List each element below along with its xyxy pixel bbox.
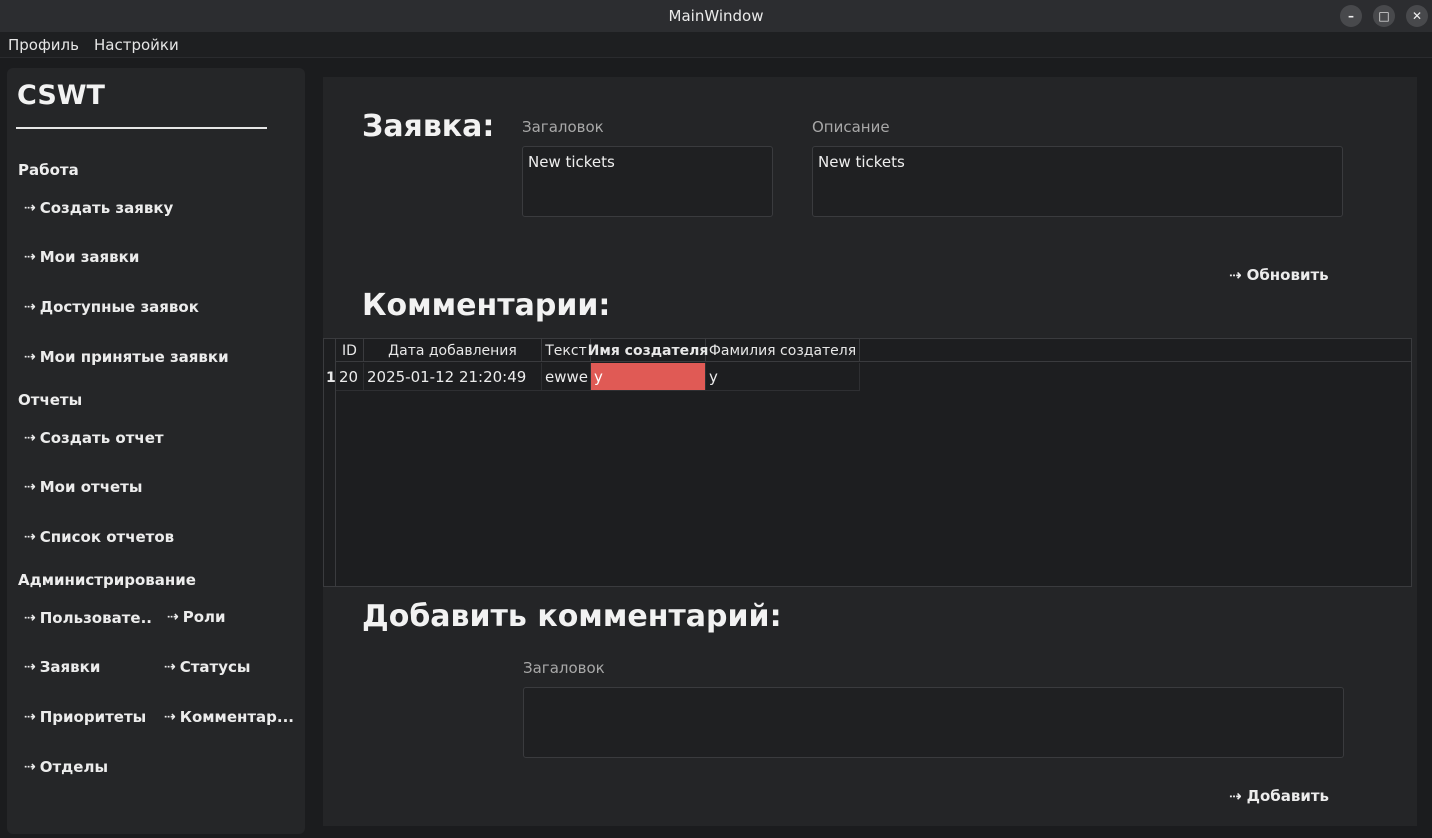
sidebar: CSWT Работа ⇢ Создать заявку ⇢ Мои заявк… — [7, 68, 305, 834]
nav-label: Создать заявку — [39, 199, 174, 217]
arrow-right-icon: ⇢ — [164, 709, 176, 725]
comments-table[interactable]: ID Дата добавления Текст Имя создателя Ф… — [323, 338, 1412, 587]
nav-label: Отделы — [39, 758, 109, 776]
nav-label: Комментар... — [179, 708, 295, 726]
section-work: Работа — [18, 161, 79, 179]
nav-users[interactable]: ⇢ Пользовате.. — [24, 609, 152, 627]
comments-heading: Комментарии: — [362, 288, 611, 323]
column-header-date[interactable]: Дата добавления — [364, 339, 542, 362]
cell-date[interactable]: 2025-01-12 21:20:49 — [364, 363, 542, 391]
arrow-right-icon: ⇢ — [24, 249, 36, 265]
section-reports: Отчеты — [18, 391, 83, 409]
arrow-right-icon: ⇢ — [1229, 787, 1242, 805]
ticket-description-field[interactable]: New tickets — [812, 146, 1343, 217]
nav-create-ticket[interactable]: ⇢ Создать заявку — [24, 199, 173, 217]
app-logo: CSWT — [17, 80, 105, 111]
cell-id[interactable]: 20 — [336, 363, 364, 391]
nav-label: Статусы — [179, 658, 251, 676]
ticket-heading: Заявка: — [362, 109, 495, 144]
nav-priorities[interactable]: ⇢ Приоритеты — [24, 708, 146, 726]
nav-label: Создать отчет — [39, 429, 164, 447]
nav-comments[interactable]: ⇢ Комментар... — [164, 708, 294, 726]
column-header-last-name[interactable]: Фамилия создателя — [706, 339, 860, 362]
maximize-button[interactable]: □ — [1373, 5, 1395, 27]
column-header-text[interactable]: Текст — [542, 339, 591, 362]
arrow-right-icon: ⇢ — [24, 299, 36, 315]
row-number[interactable]: 1 — [326, 370, 336, 386]
arrow-right-icon: ⇢ — [167, 609, 179, 625]
nav-my-reports[interactable]: ⇢ Мои отчеты — [24, 478, 142, 496]
cell-last-name[interactable]: y — [706, 363, 860, 391]
window-controls: – □ ✕ — [1340, 5, 1428, 27]
nav-label: Заявки — [39, 658, 101, 676]
nav-available-tickets[interactable]: ⇢ Доступные заявок — [24, 298, 199, 316]
arrow-right-icon: ⇢ — [1229, 266, 1242, 284]
nav-label: Роли — [182, 608, 226, 626]
arrow-right-icon: ⇢ — [24, 479, 36, 495]
nav-statuses[interactable]: ⇢ Статусы — [164, 658, 251, 676]
nav-accepted-tickets[interactable]: ⇢ Мои принятые заявки — [24, 348, 229, 366]
arrow-right-icon: ⇢ — [164, 659, 176, 675]
refresh-label: Обновить — [1246, 266, 1329, 284]
ticket-title-field[interactable]: New tickets — [522, 146, 773, 217]
nav-label: Мои отчеты — [39, 478, 143, 496]
comment-title-field[interactable] — [523, 687, 1344, 758]
menu-bar: Профиль Настройки — [0, 32, 1432, 58]
refresh-button[interactable]: ⇢ Обновить — [1229, 266, 1329, 284]
menu-profile[interactable]: Профиль — [8, 36, 79, 54]
window-title: MainWindow — [668, 7, 764, 25]
nav-my-tickets[interactable]: ⇢ Мои заявки — [24, 248, 139, 266]
nav-departments[interactable]: ⇢ Отделы — [24, 758, 108, 776]
close-button[interactable]: ✕ — [1406, 5, 1428, 27]
table-header-row: ID Дата добавления Текст Имя создателя Ф… — [336, 339, 1412, 362]
cell-first-name[interactable]: y — [591, 363, 706, 391]
nav-label: Мои заявки — [39, 248, 140, 266]
nav-report-list[interactable]: ⇢ Список отчетов — [24, 528, 174, 546]
nav-roles[interactable]: ⇢ Роли — [167, 608, 226, 626]
arrow-right-icon: ⇢ — [24, 759, 36, 775]
ticket-description-label: Описание — [812, 118, 890, 136]
table-row[interactable]: 20 2025-01-12 21:20:49 ewwe y y — [336, 363, 860, 391]
nav-tickets[interactable]: ⇢ Заявки — [24, 658, 100, 676]
arrow-right-icon: ⇢ — [24, 659, 36, 675]
arrow-right-icon: ⇢ — [24, 709, 36, 725]
arrow-right-icon: ⇢ — [24, 529, 36, 545]
nav-label: Доступные заявок — [39, 298, 199, 316]
arrow-right-icon: ⇢ — [24, 349, 36, 365]
nav-label: Приоритеты — [39, 708, 147, 726]
column-header-id[interactable]: ID — [336, 339, 364, 362]
cell-text[interactable]: ewwe — [542, 363, 591, 391]
add-button[interactable]: ⇢ Добавить — [1229, 787, 1329, 805]
arrow-right-icon: ⇢ — [24, 430, 36, 446]
ticket-title-label: Загаловок — [522, 118, 604, 136]
nav-label: Мои принятые заявки — [39, 348, 229, 366]
main-panel: Заявка: Загаловок New tickets Описание N… — [323, 77, 1417, 826]
arrow-right-icon: ⇢ — [24, 610, 36, 626]
menu-settings[interactable]: Настройки — [94, 36, 179, 54]
add-label: Добавить — [1246, 787, 1330, 805]
arrow-right-icon: ⇢ — [24, 200, 36, 216]
title-bar: MainWindow – □ ✕ — [0, 0, 1432, 32]
comment-title-label: Загаловок — [523, 659, 605, 677]
nav-label: Пользовате.. — [39, 609, 152, 627]
add-comment-heading: Добавить комментарий: — [362, 599, 782, 634]
column-header-first-name[interactable]: Имя создателя — [588, 339, 708, 362]
logo-divider — [16, 127, 267, 129]
nav-create-report[interactable]: ⇢ Создать отчет — [24, 429, 164, 447]
nav-label: Список отчетов — [39, 528, 175, 546]
section-admin: Администрирование — [18, 571, 196, 589]
minimize-button[interactable]: – — [1340, 5, 1362, 27]
